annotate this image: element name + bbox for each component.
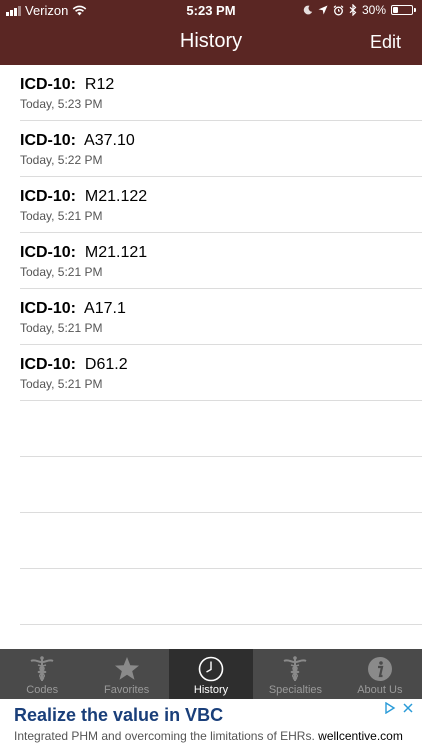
ad-host[interactable]: wellcentive.com xyxy=(318,729,403,743)
tab-label: Specialties xyxy=(268,684,323,696)
ad-title[interactable]: Realize the value in VBC xyxy=(14,705,223,726)
battery-percent: 30% xyxy=(361,3,386,17)
close-icon[interactable] xyxy=(402,702,414,714)
app-header: Verizon 5:23 PM 30% History Edit xyxy=(0,0,422,65)
tab-label: Codes xyxy=(26,684,59,696)
code-line: ICD-10: D61.2 xyxy=(20,356,128,374)
history-list: ICD-10: R12 Today, 5:23 PM ICD-10: A37.1… xyxy=(0,65,422,625)
bluetooth-icon xyxy=(349,4,357,16)
empty-row xyxy=(20,569,422,625)
history-row[interactable]: ICD-10: M21.121 Today, 5:21 PM xyxy=(20,233,422,289)
status-right: 30% xyxy=(303,3,416,17)
moon-icon xyxy=(303,5,313,15)
ad-banner[interactable]: Realize the value in VBC Integrated PHM … xyxy=(0,699,422,750)
info-icon xyxy=(367,657,392,681)
code-system-label: ICD-10: xyxy=(20,132,77,149)
empty-row xyxy=(20,457,422,513)
history-row[interactable]: ICD-10: R12 Today, 5:23 PM xyxy=(20,65,422,121)
tab-about-us[interactable]: About Us xyxy=(338,649,422,699)
adchoices-icon[interactable] xyxy=(384,702,396,714)
tab-favorites[interactable]: Favorites xyxy=(84,649,168,699)
code-line: ICD-10: A37.10 xyxy=(20,132,135,150)
code-line: ICD-10: A17.1 xyxy=(20,300,126,318)
clock-icon xyxy=(198,656,224,682)
status-bar: Verizon 5:23 PM 30% xyxy=(0,0,422,22)
code-system-label: ICD-10: xyxy=(20,188,77,205)
tab-specialties[interactable]: Specialties xyxy=(253,649,337,699)
code-value: R12 xyxy=(84,76,115,93)
tab-label: About Us xyxy=(357,684,403,696)
code-system-label: ICD-10: xyxy=(20,76,77,93)
timestamp: Today, 5:23 PM xyxy=(20,97,103,111)
code-value: M21.122 xyxy=(84,188,148,205)
history-row[interactable]: ICD-10: D61.2 Today, 5:21 PM xyxy=(20,345,422,401)
history-row[interactable]: ICD-10: A17.1 Today, 5:21 PM xyxy=(20,289,422,345)
ad-subtitle: Integrated PHM and overcoming the limita… xyxy=(14,729,403,743)
caduceus-icon xyxy=(283,656,307,681)
tab-label: Favorites xyxy=(103,684,150,696)
code-value: D61.2 xyxy=(84,356,128,373)
code-line: ICD-10: R12 xyxy=(20,76,114,94)
caduceus-icon xyxy=(30,656,54,681)
location-icon xyxy=(318,5,328,15)
code-value: M21.121 xyxy=(84,244,148,261)
empty-row xyxy=(20,401,422,457)
ad-subtitle-text: Integrated PHM and overcoming the limita… xyxy=(14,729,315,743)
history-row[interactable]: ICD-10: M21.122 Today, 5:21 PM xyxy=(20,177,422,233)
empty-row xyxy=(20,513,422,569)
timestamp: Today, 5:21 PM xyxy=(20,209,103,223)
page-title: History xyxy=(179,30,243,52)
tab-label: History xyxy=(193,684,229,696)
edit-button[interactable]: Edit xyxy=(370,32,401,53)
code-value: A17.1 xyxy=(84,300,126,317)
tab-history[interactable]: History xyxy=(168,649,254,699)
battery-icon xyxy=(391,5,416,15)
timestamp: Today, 5:21 PM xyxy=(20,265,103,279)
timestamp: Today, 5:21 PM xyxy=(20,321,103,335)
timestamp: Today, 5:21 PM xyxy=(20,377,103,391)
tab-bar: Codes Favorites History Specialties Abou… xyxy=(0,649,422,699)
code-system-label: ICD-10: xyxy=(20,244,77,261)
alarm-icon xyxy=(333,4,344,15)
star-icon xyxy=(114,657,139,680)
code-line: ICD-10: M21.121 xyxy=(20,244,147,262)
history-row[interactable]: ICD-10: A37.10 Today, 5:22 PM xyxy=(20,121,422,177)
code-value: A37.10 xyxy=(84,132,135,149)
code-line: ICD-10: M21.122 xyxy=(20,188,147,206)
code-system-label: ICD-10: xyxy=(20,300,77,317)
code-system-label: ICD-10: xyxy=(20,356,77,373)
ad-controls xyxy=(384,702,414,714)
timestamp: Today, 5:22 PM xyxy=(20,153,103,167)
tab-codes[interactable]: Codes xyxy=(0,649,84,699)
